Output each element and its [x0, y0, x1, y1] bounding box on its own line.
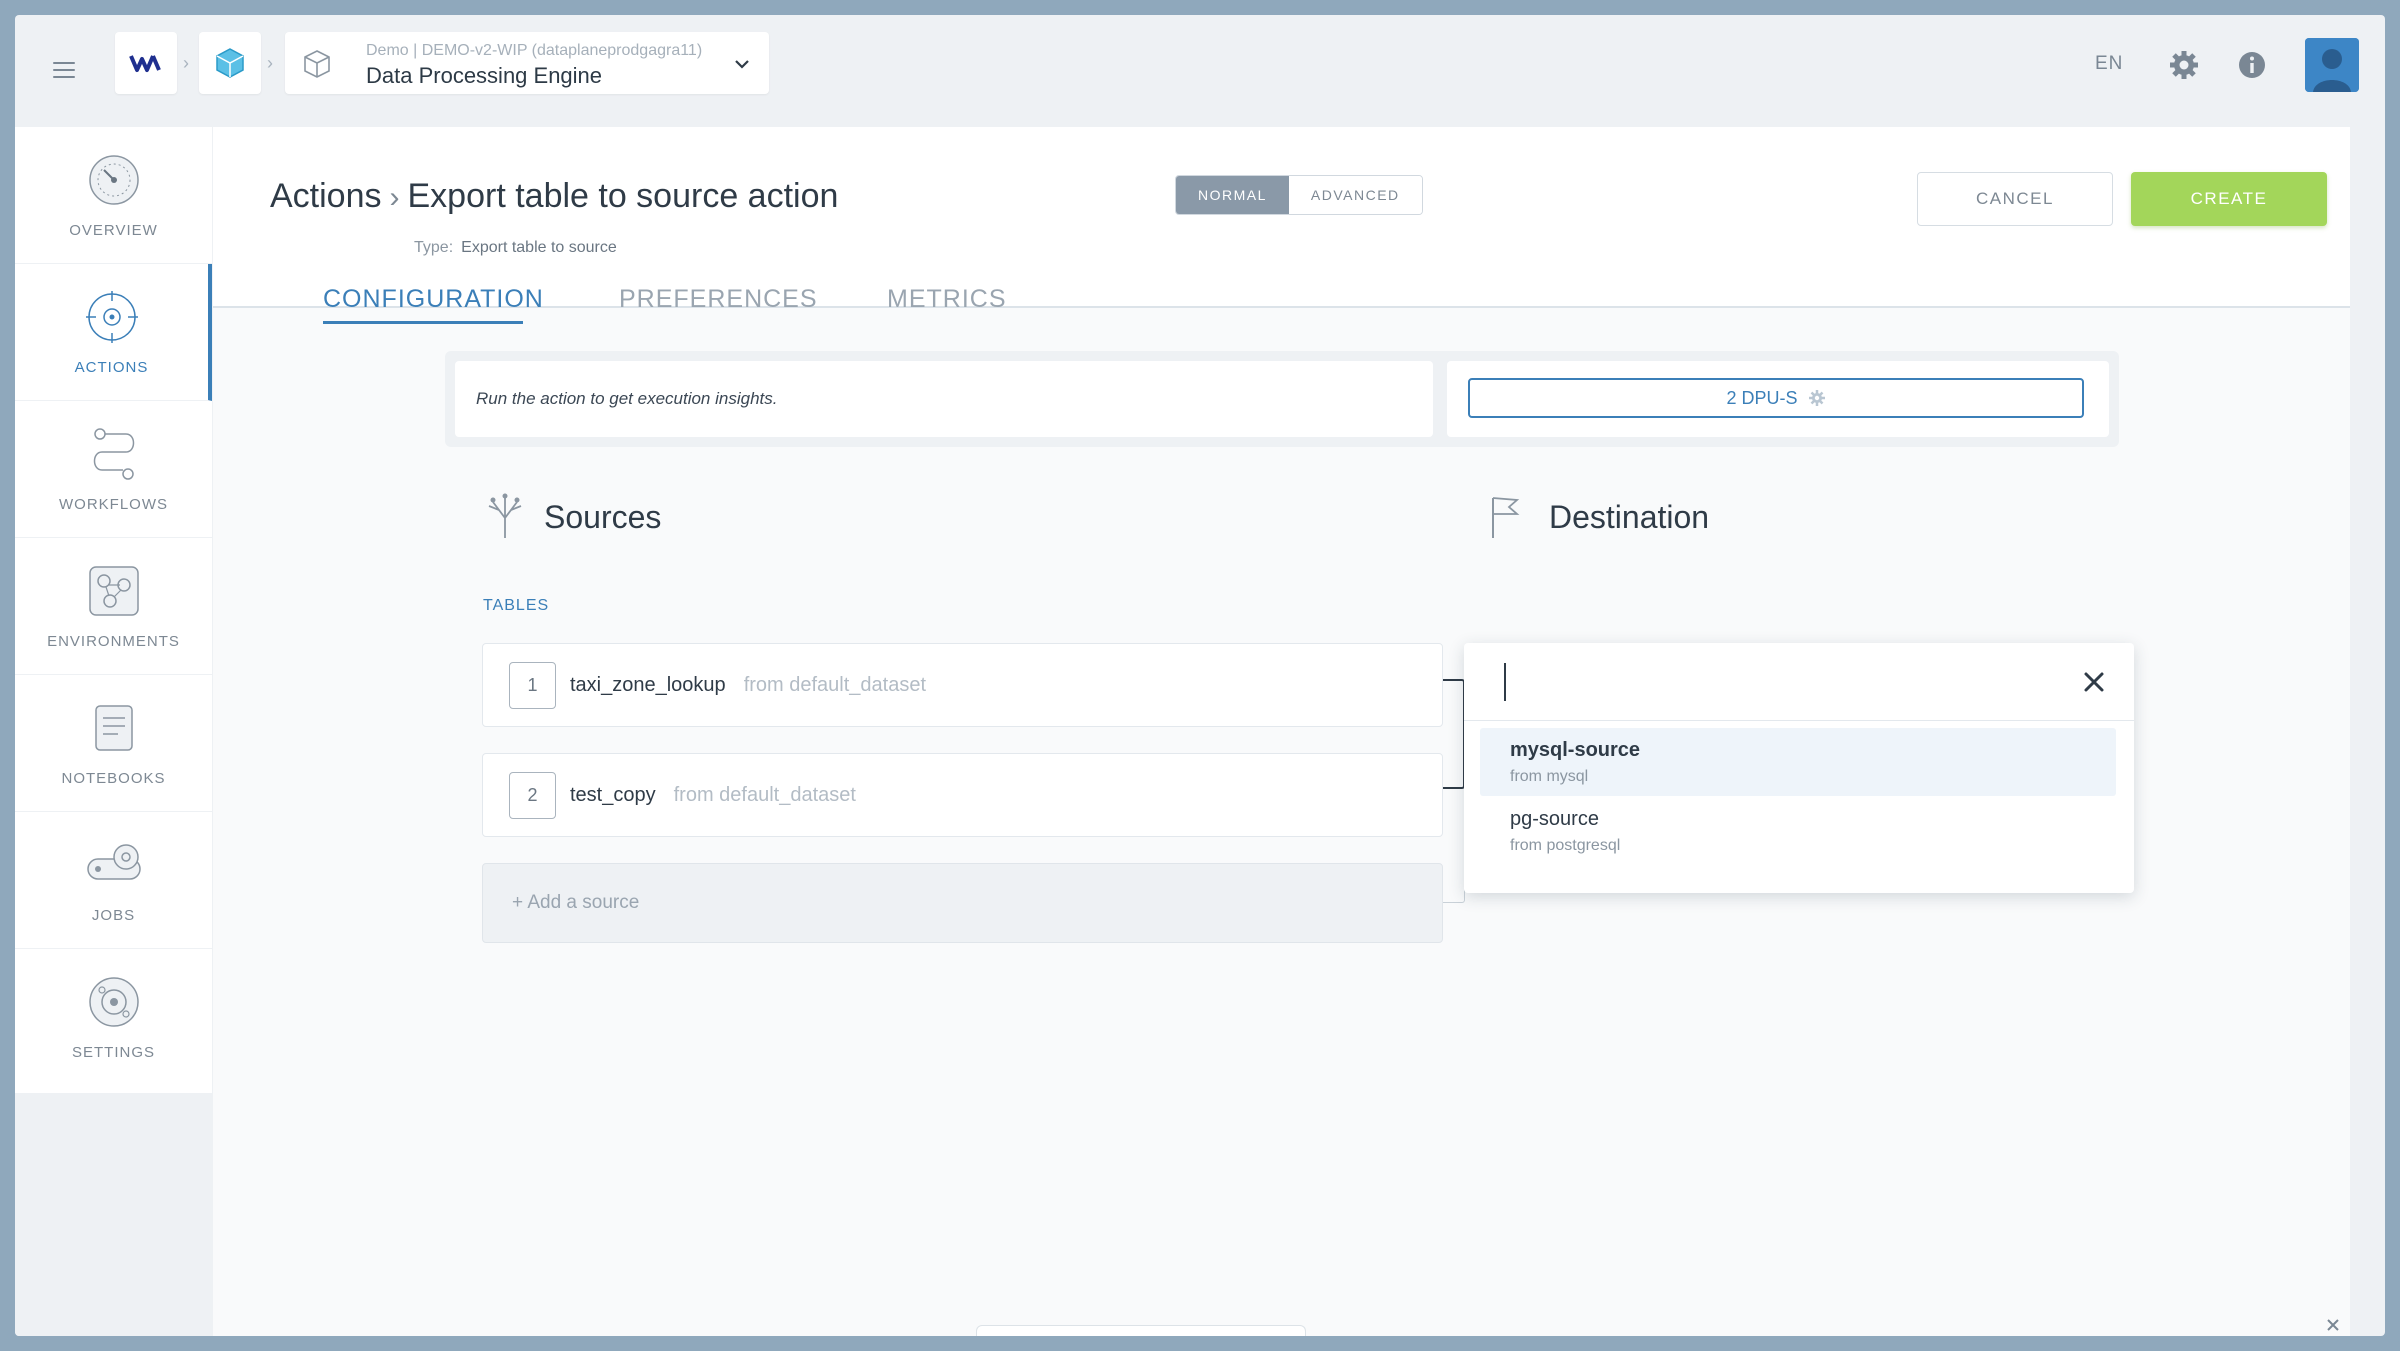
cancel-button[interactable]: CANCEL — [1917, 172, 2113, 226]
sidebar-item-label: SETTINGS — [71, 1044, 155, 1061]
language-selector[interactable]: EN — [2095, 53, 2123, 75]
sidebar-item-actions[interactable]: ACTIONS — [15, 264, 212, 401]
sidebar-item-label: ACTIONS — [74, 358, 149, 376]
sidebar-item-environments[interactable]: ENVIRONMENTS — [15, 538, 212, 675]
top-bar: › › Demo | DEMO-v2-WIP (dataplaneprodgag… — [15, 15, 2385, 125]
close-icon[interactable] — [2325, 1317, 2341, 1333]
jobs-icon — [86, 843, 141, 880]
destination-title: Destination — [1549, 499, 1710, 535]
type-value: Export table to source — [461, 239, 617, 256]
logo-icon — [129, 55, 161, 72]
source-table-card[interactable]: 1 taxi_zone_lookup from default_dataset — [482, 643, 1443, 727]
sidebar: OVERVIEW ACTIONS WORKFLOWS ENVIRONMENTS … — [15, 127, 212, 1093]
sidebar-item-settings[interactable]: SETTINGS — [15, 949, 212, 1086]
sidebar-item-label: JOBS — [91, 906, 136, 924]
logo-button[interactable] — [115, 32, 177, 94]
project-title: Data Processing Engine — [366, 63, 603, 88]
breadcrumb-separator: › — [267, 53, 273, 73]
mode-advanced-button[interactable]: ADVANCED — [1288, 176, 1422, 214]
table-index: 1 — [509, 661, 556, 709]
actions-target-icon — [85, 290, 138, 343]
destination-option[interactable]: mysql-source from mysql — [1480, 728, 2116, 796]
dpu-label: 2 DPU-S — [1726, 387, 1798, 408]
tables-label: TABLES — [483, 597, 550, 614]
source-connector-line — [1443, 679, 1465, 789]
destination-option[interactable]: pg-source from postgresql — [1480, 797, 2116, 865]
table-name: test_copy — [570, 783, 656, 806]
main-content: Actions › Export table to source action Ty… — [213, 127, 2350, 1336]
tab-metrics[interactable]: METRICS — [887, 285, 1007, 314]
breadcrumb: Actions › Export table to source action — [270, 177, 838, 216]
info-icon[interactable] — [2235, 48, 2269, 82]
option-name: mysql-source — [1510, 739, 1641, 761]
destination-dropdown: mysql-source from mysql pg-source from p… — [1464, 643, 2134, 893]
sidebar-item-label: OVERVIEW — [69, 221, 158, 239]
destination-search — [1464, 643, 2134, 721]
table-dataset: from default_dataset — [673, 783, 856, 806]
page-title: Export table to source action — [407, 177, 839, 215]
insights-bar: Run the action to get execution insights… — [445, 351, 2119, 447]
project-subtitle: Demo | DEMO-v2-WIP (dataplaneprodgagra11… — [366, 42, 703, 59]
destination-search-input[interactable] — [1504, 663, 2064, 701]
create-button[interactable]: CREATE — [2131, 172, 2327, 226]
breadcrumb-separator: › — [183, 53, 189, 73]
overview-gauge-icon — [88, 154, 139, 205]
sidebar-item-notebooks[interactable]: NOTEBOOKS — [15, 675, 212, 812]
cube-button[interactable] — [199, 32, 261, 94]
table-name: taxi_zone_lookup — [570, 673, 726, 696]
mode-toggle: NORMAL ADVANCED — [1175, 175, 1423, 215]
option-source-type: from postgresql — [1510, 837, 1621, 854]
tab-preferences[interactable]: PREFERENCES — [619, 285, 818, 314]
add-source-connector-line — [1443, 863, 1465, 903]
action-type: Type: Export table to source — [414, 239, 617, 257]
sidebar-item-label: ENVIRONMENTS — [47, 632, 180, 650]
menu-icon[interactable] — [53, 62, 75, 78]
sources-tree-icon — [488, 493, 522, 538]
insights-message: Run the action to get execution insights… — [455, 361, 1433, 437]
option-source-type: from mysql — [1510, 768, 1589, 785]
app-window: › › Demo | DEMO-v2-WIP (dataplaneprodgag… — [15, 15, 2385, 1336]
environments-icon — [88, 565, 139, 616]
sidebar-item-jobs[interactable]: JOBS — [15, 812, 212, 949]
sidebar-item-label: WORKFLOWS — [59, 495, 168, 513]
breadcrumb-parent-link[interactable]: Actions — [270, 177, 382, 215]
box-icon — [304, 50, 330, 78]
notebooks-icon — [94, 704, 133, 751]
workflows-icon — [93, 427, 134, 480]
close-icon[interactable] — [2078, 666, 2110, 698]
sources-title: Sources — [544, 499, 662, 535]
destination-flag-icon — [1492, 497, 1520, 538]
add-source-button[interactable]: + Add a source — [482, 863, 1443, 943]
tab-configuration[interactable]: CONFIGURATION — [323, 285, 544, 314]
source-table-card[interactable]: 2 test_copy from default_dataset — [482, 753, 1443, 837]
project-selector[interactable]: Demo | DEMO-v2-WIP (dataplaneprodgagra11… — [285, 32, 769, 94]
mode-normal-button[interactable]: NORMAL — [1176, 176, 1289, 214]
table-index: 2 — [509, 771, 556, 819]
chevron-down-icon[interactable] — [733, 58, 751, 70]
table-dataset: from default_dataset — [743, 673, 927, 696]
bottom-panel-handle[interactable] — [976, 1325, 1306, 1336]
sidebar-background — [15, 1093, 212, 1336]
gear-icon — [1808, 390, 1825, 406]
dpu-panel: 2 DPU-S — [1447, 361, 2109, 437]
type-label: Type: — [414, 239, 454, 256]
dpu-button[interactable]: 2 DPU-S — [1468, 378, 2084, 418]
user-avatar-icon — [2305, 38, 2359, 92]
sidebar-item-workflows[interactable]: WORKFLOWS — [15, 401, 212, 538]
cube-icon — [216, 48, 244, 78]
sidebar-item-label: NOTEBOOKS — [61, 769, 166, 787]
settings-icon — [88, 977, 139, 1027]
chevron-right-icon: › — [389, 181, 400, 214]
option-name: pg-source — [1510, 808, 1599, 830]
active-tab-indicator — [323, 321, 523, 324]
avatar[interactable] — [2305, 38, 2359, 92]
sidebar-item-overview[interactable]: OVERVIEW — [15, 127, 212, 264]
gear-icon[interactable] — [2167, 48, 2201, 82]
